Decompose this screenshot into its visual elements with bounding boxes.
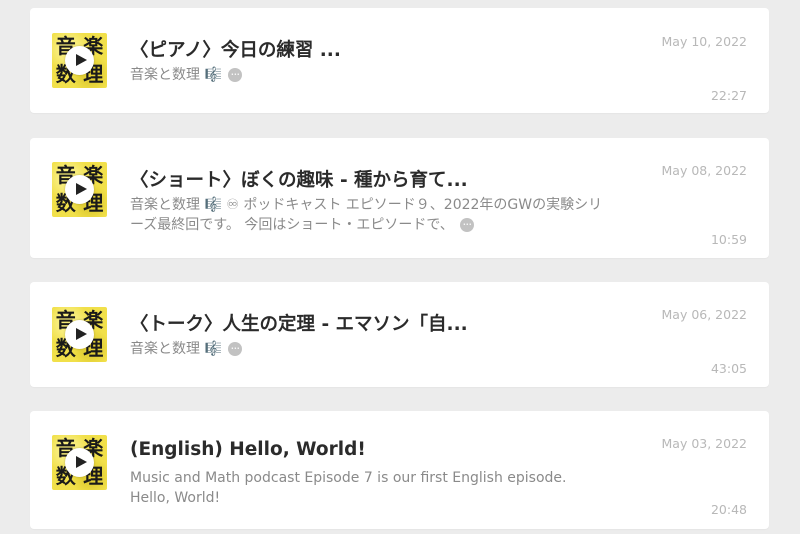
- episode-duration: 22:27: [710, 88, 747, 103]
- episode-description: 音楽と数理 🎼 ♾ ポッドキャスト エピソード９、2022年のGWの実験シリーズ…: [130, 195, 610, 235]
- episode-date: May 10, 2022: [661, 34, 747, 49]
- episode-duration: 10:59: [710, 232, 747, 247]
- more-dots-icon[interactable]: [228, 341, 243, 357]
- play-icon[interactable]: [65, 175, 94, 204]
- episode-list: 音楽 数理 〈ピアノ〉今日の練習 ... 音楽と数理 🎼 May 10, 202…: [0, 0, 800, 534]
- episode-date: May 08, 2022: [661, 163, 747, 178]
- episode-thumbnail[interactable]: 音楽 数理: [52, 33, 107, 88]
- play-icon[interactable]: [65, 448, 94, 477]
- episode-title[interactable]: 〈トーク〉人生の定理 - エマソン「自...: [130, 310, 650, 336]
- episode-date: May 06, 2022: [661, 307, 747, 322]
- episode-card[interactable]: 音楽 数理 〈ショート〉ぼくの趣味 - 種から育て... 音楽と数理 🎼 ♾ ポ…: [30, 138, 769, 258]
- more-dots-icon[interactable]: [460, 217, 475, 233]
- episode-description: 音楽と数理 🎼: [130, 65, 610, 85]
- play-icon[interactable]: [65, 46, 94, 75]
- episode-title[interactable]: 〈ショート〉ぼくの趣味 - 種から育て...: [130, 166, 650, 192]
- play-icon[interactable]: [65, 320, 94, 349]
- episode-thumbnail[interactable]: 音楽 数理: [52, 307, 107, 362]
- episode-title[interactable]: 〈ピアノ〉今日の練習 ...: [130, 36, 650, 62]
- episode-duration: 43:05: [710, 361, 747, 376]
- episode-title[interactable]: (English) Hello, World!: [130, 439, 650, 460]
- episode-thumbnail[interactable]: 音楽 数理: [52, 435, 107, 490]
- episode-duration: 20:48: [710, 502, 747, 517]
- episode-card[interactable]: 音楽 数理 〈トーク〉人生の定理 - エマソン「自... 音楽と数理 🎼 May…: [30, 282, 769, 387]
- episode-date: May 03, 2022: [661, 436, 747, 451]
- episode-description: Music and Math podcast Episode 7 is our …: [130, 470, 567, 506]
- episode-card[interactable]: 音楽 数理 〈ピアノ〉今日の練習 ... 音楽と数理 🎼 May 10, 202…: [30, 8, 769, 113]
- more-dots-icon[interactable]: [228, 67, 243, 83]
- episode-thumbnail[interactable]: 音楽 数理: [52, 162, 107, 217]
- episode-card[interactable]: 音楽 数理 (English) Hello, World! Music and …: [30, 411, 769, 529]
- episode-description: 音楽と数理 🎼: [130, 339, 610, 359]
